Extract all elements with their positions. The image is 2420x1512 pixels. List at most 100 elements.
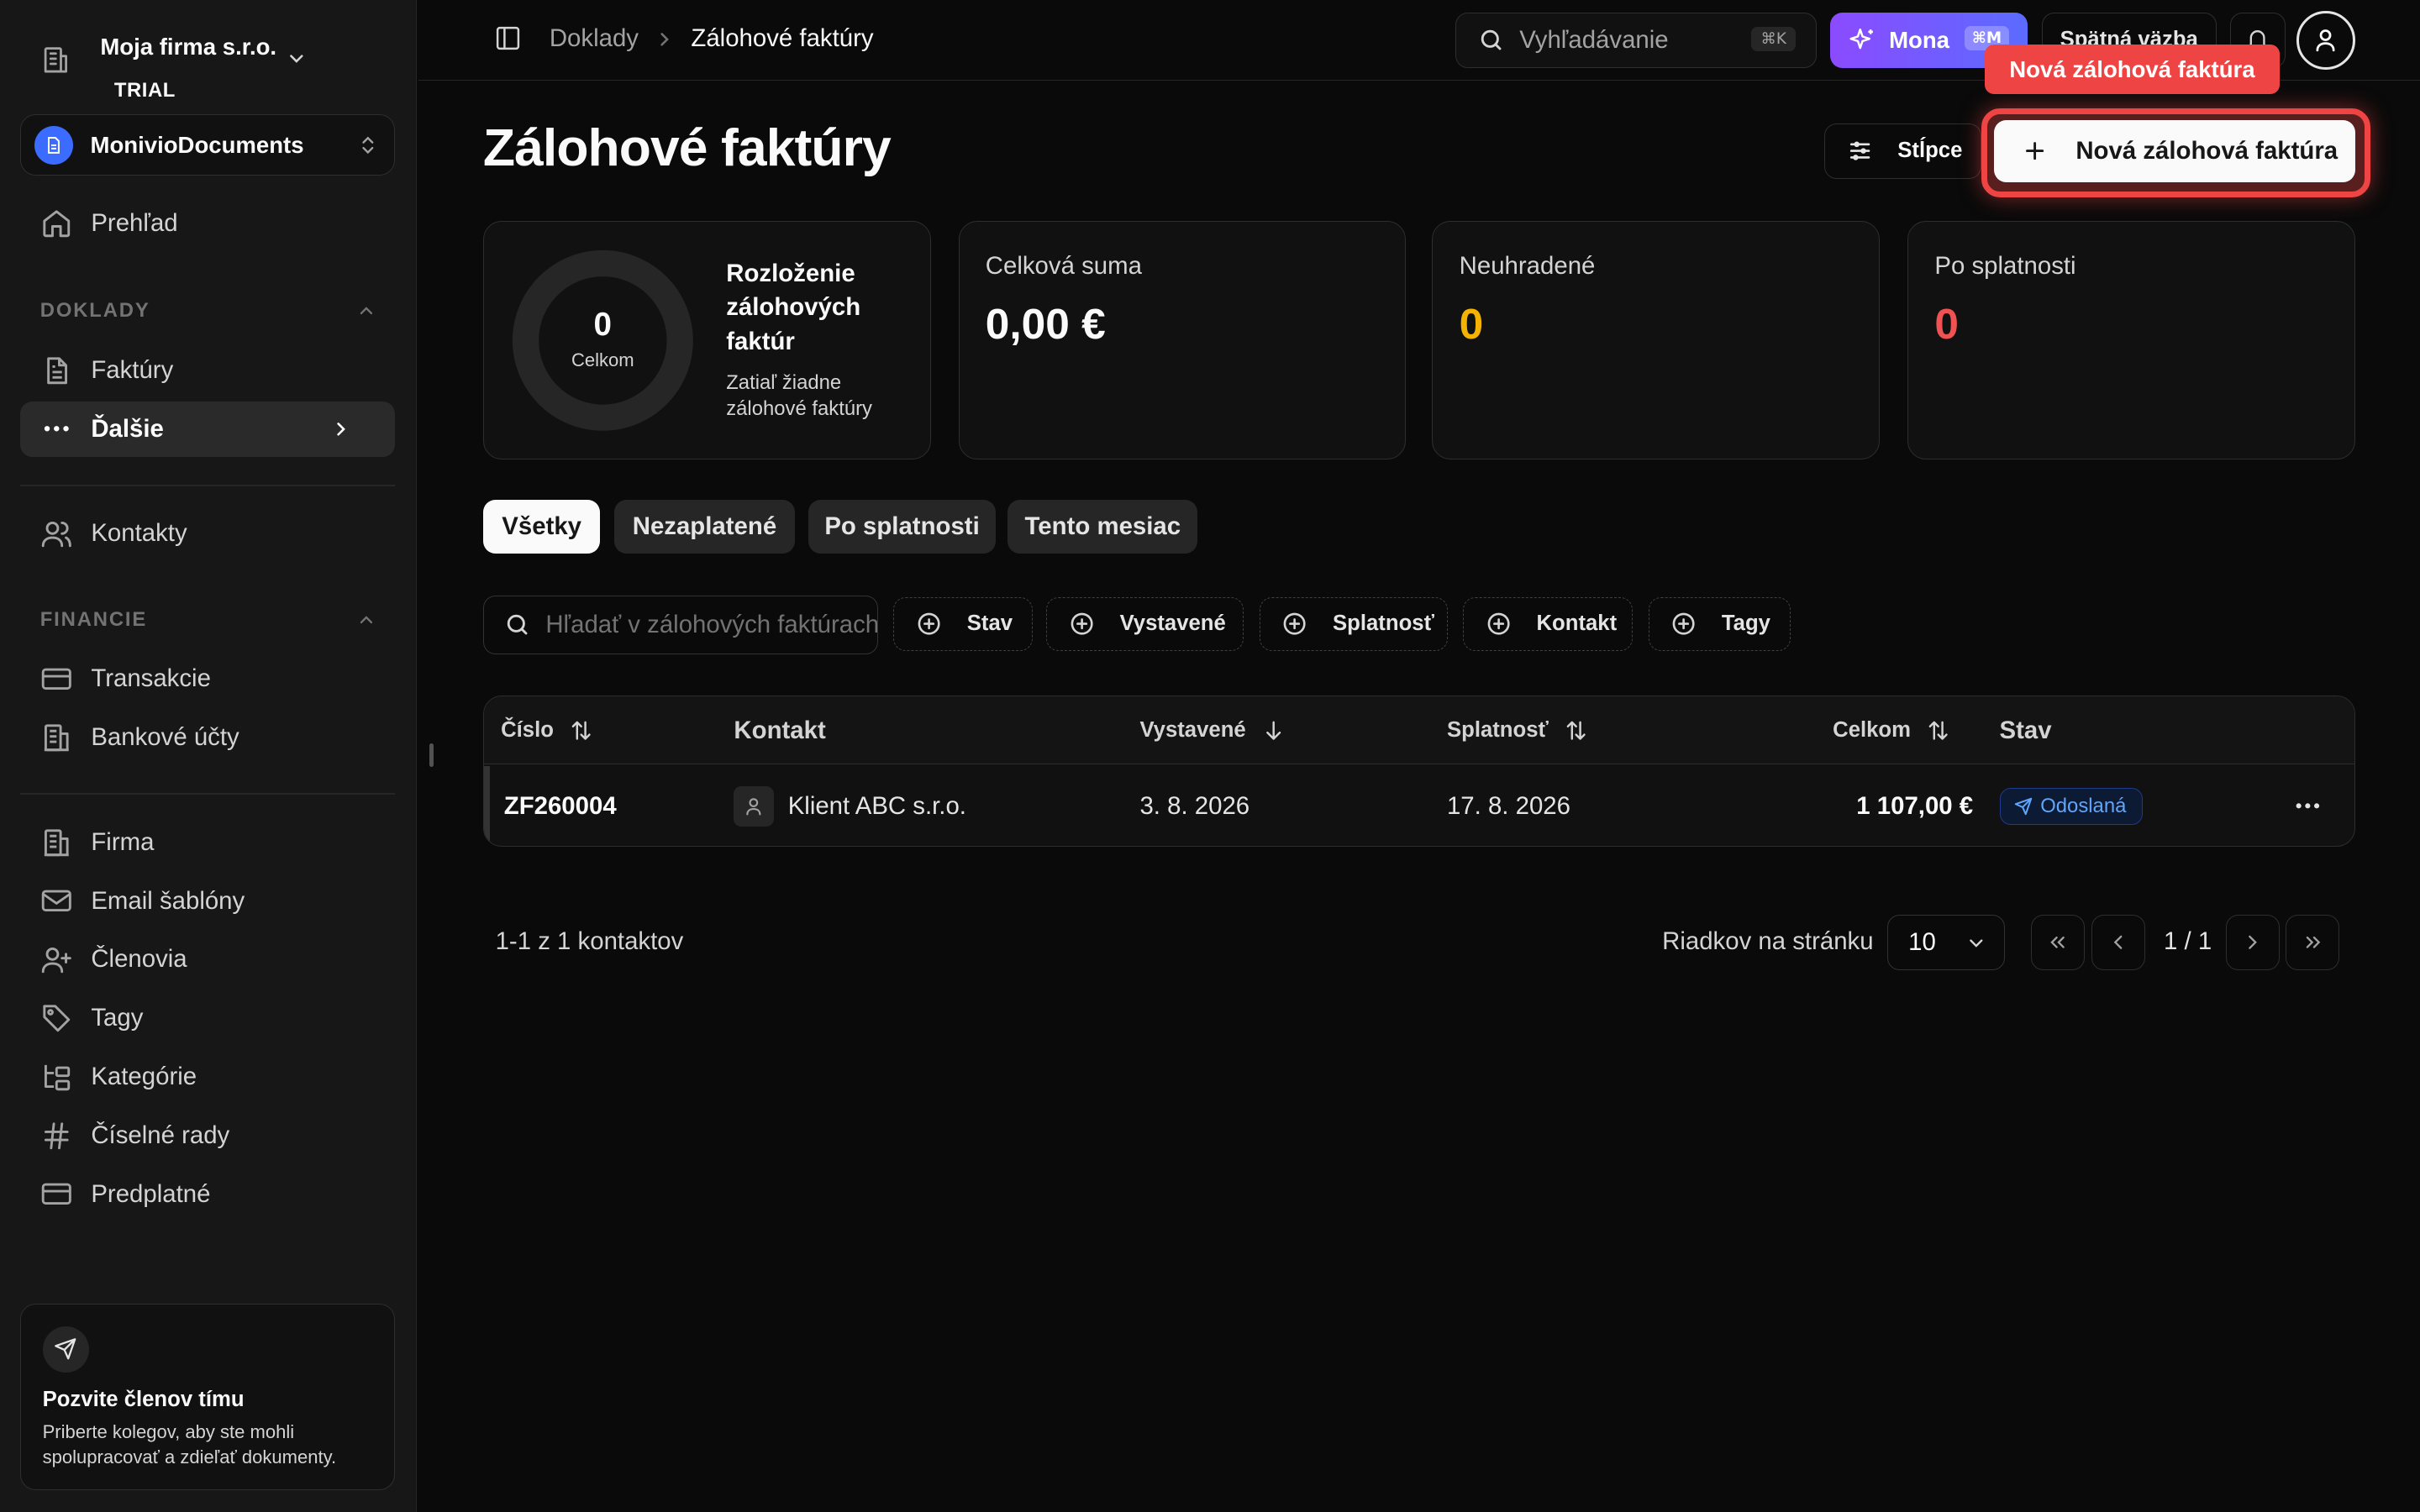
column-header-number[interactable]: Číslo [501, 718, 594, 743]
total-sum-card: Celková suma 0,00 € [958, 220, 1407, 460]
last-page-button[interactable] [2286, 915, 2340, 971]
sidebar-item-label: Kategórie [91, 1063, 197, 1090]
sidebar-item-label: Bankové účty [91, 722, 239, 751]
sidebar-toggle-icon[interactable] [494, 24, 522, 52]
building-icon [40, 827, 73, 859]
rows-per-page-label: Riadkov na stránku [1662, 927, 1874, 955]
sidebar-item-contacts[interactable]: Kontakty [20, 506, 395, 561]
new-advance-invoice-button[interactable]: Nová zálohová faktúra [1994, 120, 2355, 182]
sidebar-item-more[interactable]: Ďalšie [19, 401, 396, 457]
chevron-right-icon [330, 418, 352, 440]
section-finance[interactable]: FINANCIE [40, 608, 376, 632]
tab-unpaid[interactable]: Nezaplatené [614, 500, 795, 554]
workspace-selector[interactable]: MonivioDocuments [19, 113, 396, 176]
sidebar-item-members[interactable]: Členovia [20, 932, 395, 987]
rows-per-page-select[interactable]: 10 [1887, 915, 2005, 971]
more-actions-icon[interactable] [2292, 790, 2323, 822]
table-row[interactable]: ZF260004 Klient ABC s.r.o. 3. 8. 2026 17… [483, 765, 2354, 847]
chevron-right-icon [2241, 931, 2265, 954]
invite-card[interactable]: Pozvite členov tímu Priberte kolegov, ab… [19, 1304, 396, 1491]
chevron-left-icon [2107, 931, 2130, 954]
invoice-due-date: 17. 8. 2026 [1446, 792, 1570, 821]
breadcrumb-parent[interactable]: Doklady [550, 24, 639, 53]
card-label: Celková suma [985, 252, 1142, 281]
column-header-due[interactable]: Splatnosť [1447, 718, 1589, 743]
filter-status[interactable]: Stav [893, 596, 1033, 652]
sidebar-item-company[interactable]: Firma [20, 815, 395, 870]
document-search-input[interactable]: Hľadať v zálohových faktúrach [482, 595, 879, 654]
sparkles-icon [1849, 26, 1876, 54]
user-plus-icon [40, 943, 73, 976]
invite-text: Priberte kolegov, aby ste mohli spolupra… [42, 1421, 337, 1467]
rows-per-page-value: 10 [1908, 928, 1936, 957]
sidebar-item-label: Kontakty [91, 519, 187, 548]
status-badge: Odoslaná [1999, 787, 2143, 825]
sidebar-item-transactions[interactable]: Transakcie [20, 651, 395, 706]
chevrons-up-down-icon [357, 134, 379, 156]
filter-label: Splatnosť [1333, 612, 1434, 636]
org-switcher[interactable]: Moja firma s.r.o. TRIAL [40, 22, 308, 102]
send-icon [42, 1326, 89, 1373]
sidebar-item-categories[interactable]: Kategórie [20, 1049, 395, 1105]
credit-card-icon [40, 1178, 73, 1210]
filter-label: Kontakt [1536, 612, 1618, 636]
section-documents[interactable]: DOKLADY [40, 299, 376, 323]
tab-all[interactable]: Všetky [482, 500, 601, 554]
sort-arrows-icon [569, 718, 593, 743]
distribution-title: Rozloženie zálohových faktúr [726, 259, 861, 355]
sidebar-item-number-series[interactable]: Číselné rady [20, 1108, 395, 1163]
previous-page-button[interactable] [2091, 915, 2145, 971]
column-header-contact[interactable]: Kontakt [734, 717, 825, 745]
tab-this-month[interactable]: Tento mesiac [1007, 500, 1198, 554]
column-header-issued[interactable]: Vystavené [1139, 718, 1286, 743]
chevron-right-icon [654, 29, 676, 50]
contact-avatar-icon [734, 785, 775, 827]
column-header-total[interactable]: Celkom [1833, 718, 1951, 743]
sidebar-item-subscription[interactable]: Predplatné [20, 1167, 395, 1222]
first-page-button[interactable] [2031, 915, 2086, 971]
columns-button[interactable]: Stĺpce [1823, 123, 1982, 180]
sort-arrows-icon [1926, 718, 1950, 743]
sidebar-item-invoices[interactable]: Faktúry [20, 343, 395, 398]
sidebar-item-overview[interactable]: Prehľad [20, 196, 395, 251]
invoice-total: 1 107,00 € [1856, 792, 1974, 821]
column-header-status[interactable]: Stav [2000, 717, 2052, 745]
plus-circle-icon [1069, 611, 1095, 637]
page-indicator: 1 / 1 [2164, 927, 2212, 955]
mail-icon [40, 885, 73, 917]
search-icon [504, 612, 530, 638]
plus-circle-icon [1486, 611, 1512, 637]
sidebar-item-tags[interactable]: Tagy [20, 990, 395, 1046]
filter-issued[interactable]: Vystavené [1046, 596, 1244, 652]
org-plan-badge: TRIAL [113, 78, 176, 102]
search-icon [1478, 27, 1504, 53]
donut-total-value: 0 [593, 306, 612, 343]
card-value: 0 [1459, 299, 1484, 349]
overdue-card: Po splatnosti 0 [1907, 220, 2355, 460]
sidebar-item-bank-accounts[interactable]: Bankové účty [20, 710, 395, 765]
invoice-contact[interactable]: Klient ABC s.r.o. [788, 792, 966, 821]
file-text-icon [40, 354, 73, 387]
sidebar-item-label: Tagy [91, 1004, 144, 1032]
next-page-button[interactable] [2225, 915, 2280, 971]
sidebar-resize-handle[interactable] [429, 743, 434, 767]
global-search[interactable]: Vyhľadávanie ⌘K [1455, 12, 1817, 68]
chevron-up-icon [356, 610, 376, 630]
filter-contact[interactable]: Kontakt [1463, 596, 1634, 652]
tab-overdue[interactable]: Po splatnosti [808, 500, 996, 554]
filter-tags[interactable]: Tagy [1648, 596, 1791, 652]
row-indicator [483, 765, 491, 847]
tag-icon [40, 1002, 73, 1035]
column-label: Celkom [1833, 718, 1911, 743]
user-icon [2312, 26, 2339, 54]
filter-due[interactable]: Splatnosť [1259, 596, 1448, 652]
user-menu-button[interactable] [2296, 10, 2355, 70]
donut-total-label: Celkom [571, 349, 634, 371]
new-button-label: Nová zálohová faktúra [2075, 136, 2338, 165]
chevrons-right-icon [2302, 931, 2325, 954]
card-value: 0 [1934, 299, 1959, 349]
send-icon [2014, 797, 2033, 816]
sidebar-item-label: Členovia [91, 945, 187, 974]
column-label: Kontakt [734, 717, 826, 745]
sidebar-item-email-templates[interactable]: Email šablóny [20, 874, 395, 929]
